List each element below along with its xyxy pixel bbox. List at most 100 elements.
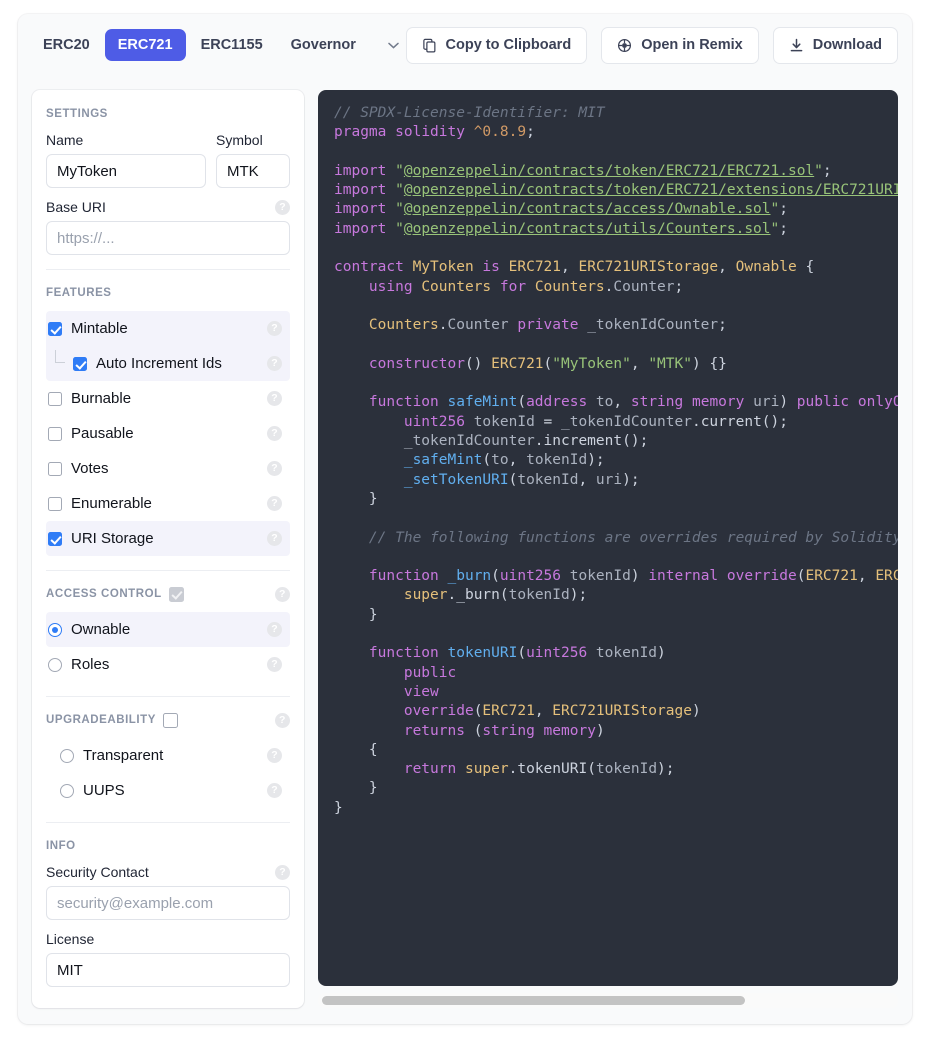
symbol-input[interactable] [216, 154, 290, 188]
settings-section-header: SETTINGS [46, 104, 290, 124]
access-control-label: Roles [71, 656, 110, 673]
info-section-header: INFO [46, 836, 290, 856]
access-control-toggle-checkbox[interactable] [168, 586, 184, 602]
radio-icon[interactable] [60, 783, 74, 798]
divider [46, 822, 290, 823]
divider [46, 570, 290, 571]
upgradeability-transparent[interactable]: Transparent ? [46, 738, 290, 773]
remix-icon [617, 38, 632, 53]
code-horizontal-scrollbar[interactable] [318, 993, 898, 1008]
radio-icon[interactable] [48, 622, 62, 637]
info-heading-label: INFO [46, 840, 76, 852]
tab-erc721[interactable]: ERC721 [104, 28, 186, 62]
feature-label: Enumerable [71, 495, 152, 512]
features-heading-label: FEATURES [46, 287, 112, 299]
copy-to-clipboard-button[interactable]: Copy to Clipboard [405, 26, 588, 64]
download-button[interactable]: Download [772, 26, 898, 64]
checkbox-icon[interactable] [48, 531, 62, 546]
feature-label: Burnable [71, 390, 132, 407]
feature-mintable[interactable]: Mintable ? [46, 311, 290, 346]
feature-label: Mintable [71, 320, 128, 337]
settings-heading-label: SETTINGS [46, 108, 108, 120]
copy-icon [422, 38, 437, 53]
tab-erc1155[interactable]: ERC1155 [188, 29, 276, 62]
name-field-group: Name [46, 132, 206, 188]
roles-help-icon[interactable]: ? [267, 657, 282, 672]
burnable-help-icon[interactable]: ? [267, 391, 282, 406]
upgradeability-uups[interactable]: UUPS ? [46, 773, 290, 808]
access-control-section-header: ACCESS CONTROL ? [46, 584, 290, 604]
uri-storage-help-icon[interactable]: ? [267, 531, 282, 546]
scrollbar-thumb[interactable] [322, 996, 746, 1005]
feature-burnable[interactable]: Burnable ? [46, 381, 290, 416]
checkbox-icon[interactable] [48, 321, 62, 336]
pausable-help-icon[interactable]: ? [267, 426, 282, 441]
name-label: Name [46, 132, 84, 148]
checkbox-icon[interactable] [48, 461, 62, 476]
checkbox-icon[interactable] [48, 426, 62, 441]
features-section-header: FEATURES [46, 283, 290, 303]
name-symbol-row: Name Symbol [46, 132, 290, 188]
mintable-help-icon[interactable]: ? [267, 321, 282, 336]
checkbox-icon[interactable] [73, 356, 87, 371]
tree-elbow-icon [55, 350, 65, 363]
base-uri-input[interactable] [46, 221, 290, 255]
feature-auto-increment-ids[interactable]: Auto Increment Ids ? [46, 346, 290, 381]
solidity-source-code[interactable]: // SPDX-License-Identifier: MIT pragma s… [318, 90, 898, 986]
feature-pausable[interactable]: Pausable ? [46, 416, 290, 451]
main-body: SETTINGS Name Symbol Base UR [18, 76, 912, 1024]
checkbox-icon[interactable] [48, 391, 62, 406]
access-control-ownable[interactable]: Ownable ? [46, 612, 290, 647]
code-panel-wrapper: // SPDX-License-Identifier: MIT pragma s… [318, 90, 898, 1008]
divider [46, 696, 290, 697]
symbol-label: Symbol [216, 132, 263, 148]
checkbox-icon[interactable] [48, 496, 62, 511]
toolbar-actions: Copy to Clipboard Open in Remix Download [405, 26, 898, 64]
feature-votes[interactable]: Votes ? [46, 451, 290, 486]
feature-enumerable[interactable]: Enumerable ? [46, 486, 290, 521]
security-contact-help-icon[interactable]: ? [275, 864, 290, 880]
feature-label: Pausable [71, 425, 134, 442]
access-control-help-icon[interactable]: ? [275, 586, 290, 602]
chevron-down-icon[interactable] [383, 34, 405, 56]
copy-to-clipboard-label: Copy to Clipboard [445, 36, 572, 53]
enumerable-help-icon[interactable]: ? [267, 496, 282, 511]
tab-erc20[interactable]: ERC20 [30, 29, 103, 62]
upgradeability-heading-label: UPGRADEABILITY [46, 714, 156, 726]
base-uri-help-icon[interactable]: ? [275, 199, 290, 215]
code-panel: // SPDX-License-Identifier: MIT pragma s… [318, 90, 898, 986]
auto-increment-ids-help-icon[interactable]: ? [267, 356, 282, 371]
tab-governor[interactable]: Governor [278, 29, 369, 62]
download-label: Download [812, 36, 882, 53]
upgradeability-label: UUPS [83, 782, 125, 799]
uups-help-icon[interactable]: ? [267, 783, 282, 798]
generator-card: ERC20 ERC721 ERC1155 Governor Copy to Cl… [18, 14, 912, 1024]
feature-label: Votes [71, 460, 109, 477]
radio-icon[interactable] [48, 657, 62, 672]
feature-label: Auto Increment Ids [96, 355, 222, 372]
access-control-roles[interactable]: Roles ? [46, 647, 290, 682]
top-toolbar: ERC20 ERC721 ERC1155 Governor Copy to Cl… [18, 14, 912, 76]
feature-label: URI Storage [71, 530, 154, 547]
symbol-field-group: Symbol [216, 132, 290, 188]
name-input[interactable] [46, 154, 206, 188]
license-label: License [46, 931, 95, 947]
open-in-remix-button[interactable]: Open in Remix [601, 26, 759, 64]
open-in-remix-label: Open in Remix [641, 36, 743, 53]
radio-icon[interactable] [60, 748, 74, 763]
security-contact-input[interactable] [46, 886, 290, 920]
settings-sidebar: SETTINGS Name Symbol Base UR [32, 90, 304, 1008]
upgradeability-section-header: UPGRADEABILITY ? [46, 710, 290, 730]
access-control-label: Ownable [71, 621, 131, 638]
votes-help-icon[interactable]: ? [267, 461, 282, 476]
ownable-help-icon[interactable]: ? [267, 622, 282, 637]
upgradeability-help-icon[interactable]: ? [275, 712, 290, 728]
divider [46, 269, 290, 270]
upgradeability-toggle-checkbox[interactable] [162, 712, 178, 728]
base-uri-label: Base URI ? [46, 199, 290, 215]
contract-type-tabs: ERC20 ERC721 ERC1155 Governor [30, 28, 405, 62]
transparent-help-icon[interactable]: ? [267, 748, 282, 763]
license-input[interactable] [46, 953, 290, 987]
upgradeability-label: Transparent [83, 747, 164, 764]
feature-uri-storage[interactable]: URI Storage ? [46, 521, 290, 556]
